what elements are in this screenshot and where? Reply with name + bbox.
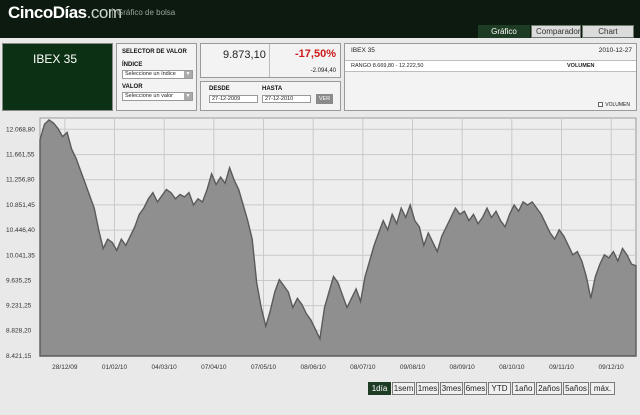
range-buttons: 1día 1sem 1mes 3mes 6mes YTD 1año 2años … bbox=[368, 382, 616, 395]
range-button-ytd[interactable]: YTD bbox=[488, 382, 511, 395]
x-tick-label: 09/11/10 bbox=[549, 364, 574, 371]
y-tick-label: 11.661,55 bbox=[6, 152, 35, 159]
checkbox-icon[interactable] bbox=[598, 102, 604, 107]
indice-label: ÍNDICE bbox=[122, 62, 143, 68]
info-date: 2010-12-27 bbox=[598, 47, 632, 54]
hasta-input[interactable]: 27-12-2010 bbox=[262, 95, 311, 103]
value-selector-panel: SELECTOR DE VALOR ÍNDICE Seleccione un í… bbox=[116, 43, 197, 111]
ver-button[interactable]: VER bbox=[316, 94, 333, 104]
selector-title: SELECTOR DE VALOR bbox=[122, 49, 187, 55]
page-subtitle: Gráfico de bolsa bbox=[111, 8, 176, 18]
x-tick-label: 07/05/10 bbox=[251, 364, 277, 371]
rango-row: RANGO 8.669,80 - 12.222,50 VOLUMEN bbox=[345, 60, 636, 72]
range-button-2anos[interactable]: 2años bbox=[536, 382, 562, 395]
chevron-down-icon[interactable]: ▼ bbox=[184, 93, 192, 100]
valor-label: VALOR bbox=[122, 84, 143, 90]
valor-select[interactable]: Seleccione un valor ▼ bbox=[122, 92, 193, 101]
tab-comparador[interactable]: Comparador bbox=[531, 25, 581, 38]
range-button-1sem[interactable]: 1sem bbox=[392, 382, 415, 395]
date-range-panel: DESDE 27-12-2009 HASTA 27-12-2010 VER bbox=[200, 81, 341, 111]
x-tick-label: 08/10/10 bbox=[499, 364, 525, 371]
x-tick-label: 01/02/10 bbox=[102, 364, 128, 371]
volumen-checkbox[interactable]: VOLUMEN bbox=[598, 102, 630, 108]
x-tick-label: 07/04/10 bbox=[201, 364, 227, 371]
x-tick-label: 08/06/10 bbox=[301, 364, 327, 371]
y-tick-label: 10.851,45 bbox=[6, 202, 35, 209]
y-tick-label: 9.635,25 bbox=[6, 278, 32, 285]
range-button-6mes[interactable]: 6mes bbox=[464, 382, 487, 395]
quote-panel: 9.873,10 -17,50% -2.094,40 bbox=[200, 43, 341, 78]
view-tabs: Gráfico Comparador Chart bbox=[477, 25, 634, 38]
y-tick-label: 12.068,80 bbox=[6, 126, 35, 133]
desde-label: DESDE bbox=[209, 86, 230, 92]
x-tick-label: 08/07/10 bbox=[350, 364, 376, 371]
x-tick-label: 08/09/10 bbox=[450, 364, 476, 371]
site-logo[interactable]: CincoDías.com bbox=[8, 3, 122, 23]
range-button-1ano[interactable]: 1año bbox=[512, 382, 535, 395]
y-tick-label: 8.828,20 bbox=[6, 328, 32, 335]
y-tick-label: 11.256,80 bbox=[6, 177, 35, 184]
header-bar: CincoDías.com Gráfico de bolsa Gráfico C… bbox=[0, 0, 640, 38]
hasta-label: HASTA bbox=[262, 86, 283, 92]
volumen-checkbox-label: VOLUMEN bbox=[605, 102, 630, 108]
tab-chart[interactable]: Chart bbox=[582, 25, 634, 38]
indice-select-value: Seleccione un índice bbox=[125, 71, 176, 77]
index-name: IBEX 35 bbox=[33, 52, 78, 66]
range-button-max[interactable]: máx. bbox=[590, 382, 615, 395]
y-tick-label: 10.041,35 bbox=[6, 252, 35, 259]
index-name-box: IBEX 35 bbox=[2, 43, 113, 111]
last-price: 9.873,10 bbox=[223, 49, 266, 61]
y-tick-label: 9.231,25 bbox=[6, 303, 32, 310]
valor-select-value: Seleccione un valor bbox=[125, 93, 174, 99]
change-absolute: -2.094,40 bbox=[310, 68, 336, 74]
volumen-header: VOLUMEN bbox=[567, 63, 595, 69]
quote-divider bbox=[269, 44, 270, 77]
x-tick-label: 09/12/10 bbox=[599, 364, 625, 371]
price-chart-svg[interactable]: 12.068,80 11.661,55 11.256,80 10.851,45 10.4… bbox=[0, 116, 640, 374]
price-chart[interactable]: 12.068,80 11.661,55 11.256,80 10.851,45 10.4… bbox=[0, 116, 640, 374]
y-tick-label: 8.421,15 bbox=[6, 353, 32, 360]
tab-grafico[interactable]: Gráfico bbox=[478, 25, 530, 38]
indice-select[interactable]: Seleccione un índice ▼ bbox=[122, 70, 193, 79]
info-index-title: IBEX 35 bbox=[351, 47, 375, 54]
x-tick-label: 09/08/10 bbox=[400, 364, 426, 371]
rango-text: RANGO 8.669,80 - 12.222,50 bbox=[351, 63, 424, 69]
range-button-3mes[interactable]: 3mes bbox=[440, 382, 463, 395]
chevron-down-icon[interactable]: ▼ bbox=[184, 71, 192, 78]
chart-info-panel: IBEX 35 2010-12-27 RANGO 8.669,80 - 12.2… bbox=[344, 43, 637, 111]
range-button-5anos[interactable]: 5años bbox=[563, 382, 589, 395]
x-tick-label: 28/12/09 bbox=[52, 364, 78, 371]
x-tick-label: 04/03/10 bbox=[152, 364, 178, 371]
change-percent: -17,50% bbox=[295, 48, 336, 60]
y-tick-label: 10.446,40 bbox=[6, 227, 35, 234]
logo-main-text: CincoDías bbox=[8, 3, 87, 22]
range-button-1mes[interactable]: 1mes bbox=[416, 382, 439, 395]
desde-input[interactable]: 27-12-2009 bbox=[209, 95, 258, 103]
range-button-1dia[interactable]: 1día bbox=[368, 382, 391, 395]
